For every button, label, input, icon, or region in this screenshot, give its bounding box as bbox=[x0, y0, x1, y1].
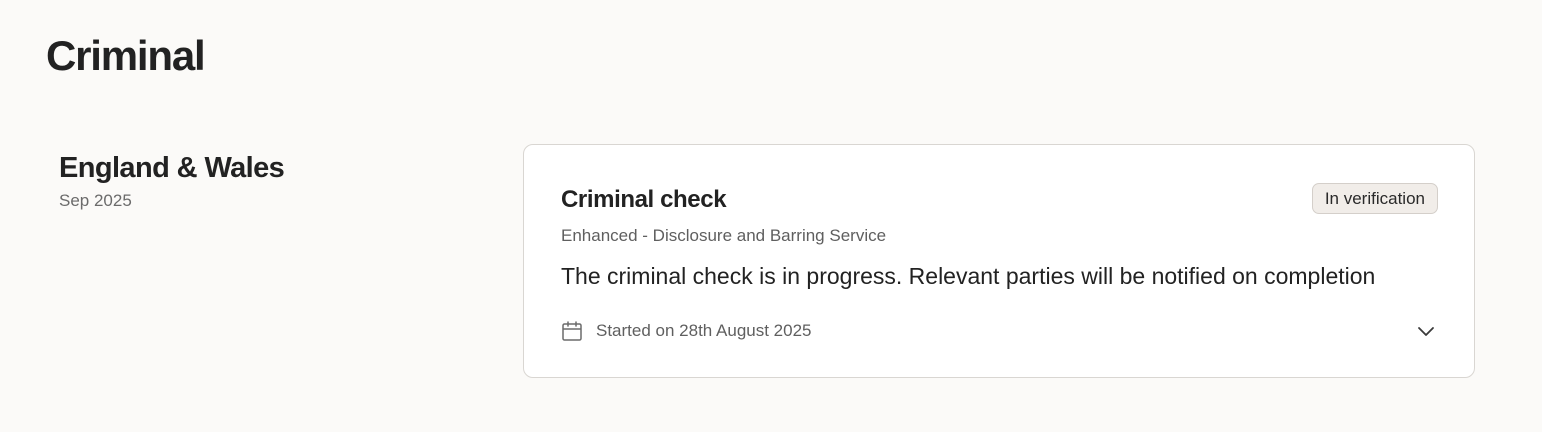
check-title: Criminal check bbox=[561, 186, 727, 213]
region-title: England & Wales bbox=[59, 152, 285, 184]
chevron-down-icon bbox=[1414, 327, 1438, 346]
calendar-icon bbox=[561, 320, 583, 342]
region-summary: England & Wales Sep 2025 bbox=[59, 150, 479, 212]
page-title: Criminal bbox=[46, 32, 206, 79]
region-date: Sep 2025 bbox=[59, 191, 132, 210]
status-badge: In verification bbox=[1311, 183, 1438, 214]
criminal-check-card: Criminal check In verification Enhanced … bbox=[523, 144, 1475, 378]
started-date: Started on 28th August 2025 bbox=[596, 321, 812, 340]
check-description: The criminal check is in progress. Relev… bbox=[561, 263, 1376, 289]
check-footer: Started on 28th August 2025 bbox=[561, 319, 1438, 343]
expand-button[interactable] bbox=[1414, 319, 1438, 343]
check-subtitle: Enhanced - Disclosure and Barring Servic… bbox=[561, 226, 887, 245]
